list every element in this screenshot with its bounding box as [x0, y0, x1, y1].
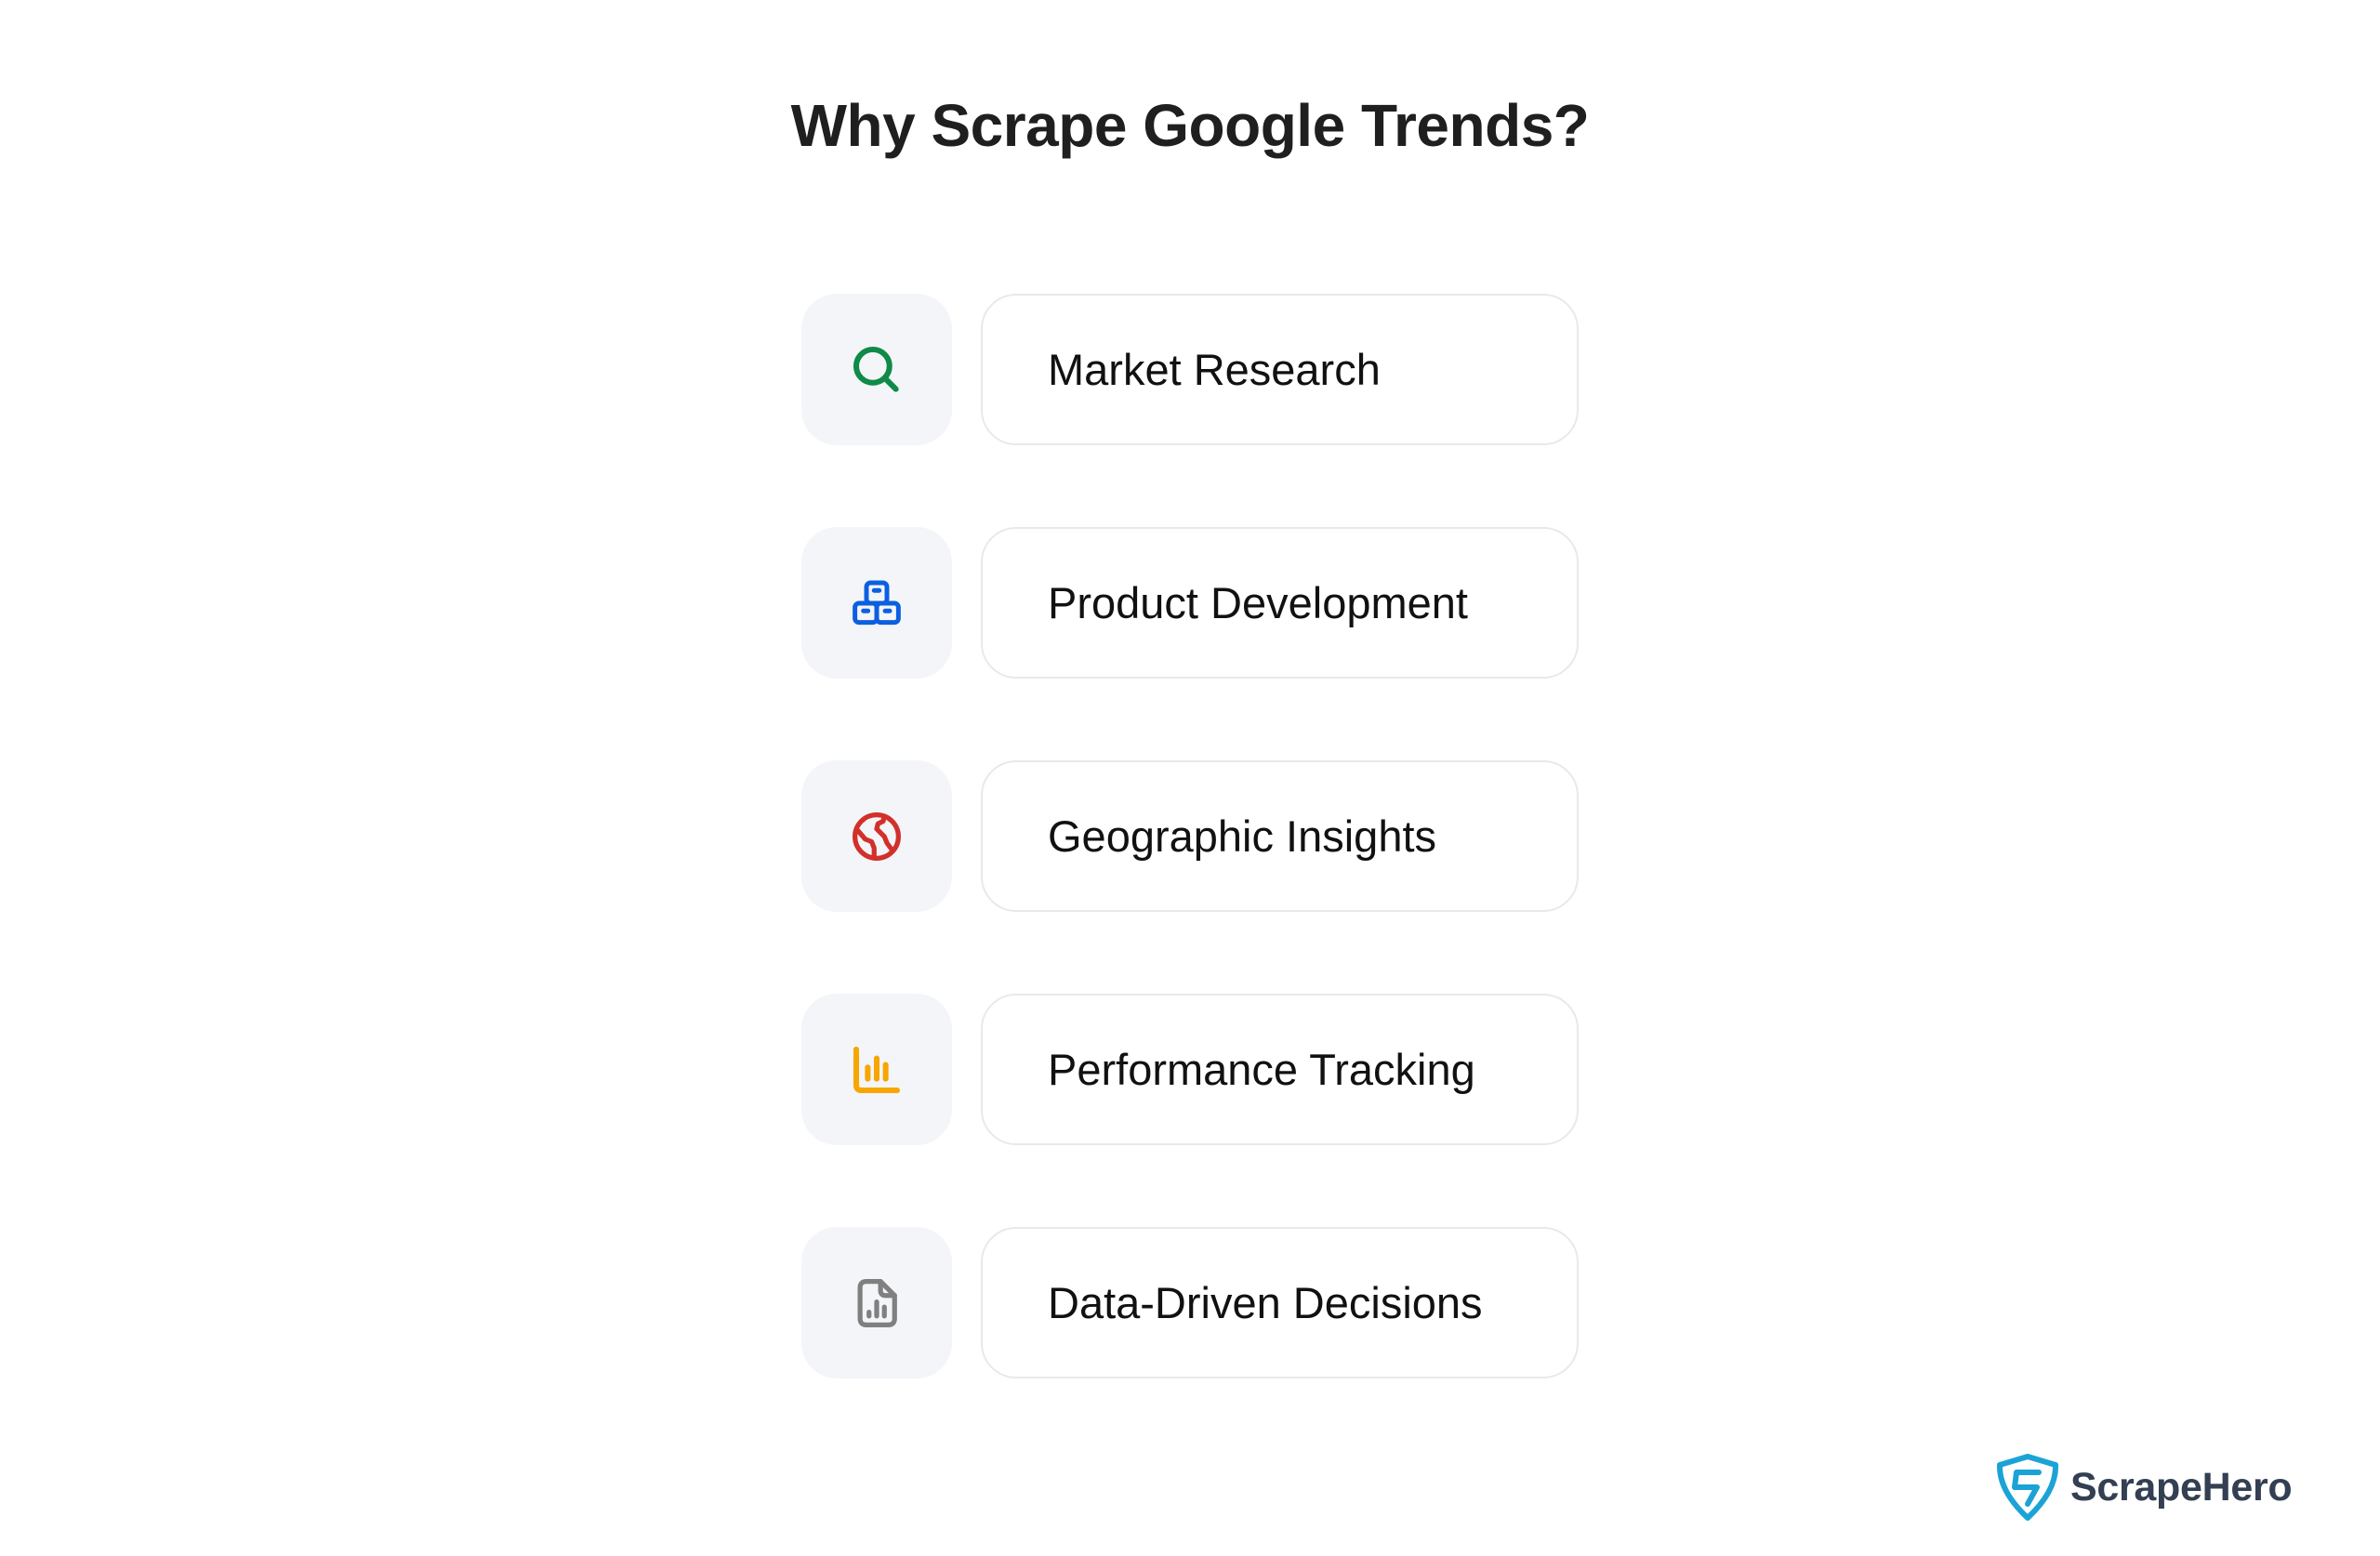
- document-chart-icon: [857, 1278, 897, 1327]
- logo-text: ScrapeHero: [2070, 1464, 2293, 1510]
- item-label: Product Development: [1048, 578, 1468, 627]
- list-item-performance-tracking: Performance Tracking: [801, 994, 1579, 1145]
- list-item-data-driven-decisions: Data-Driven Decisions: [801, 1227, 1579, 1378]
- list-item-market-research: Market Research: [801, 294, 1579, 445]
- icon-tile: [801, 294, 952, 445]
- shield-s-icon: [1996, 1454, 2059, 1521]
- icon-tile: [801, 527, 952, 679]
- icon-tile: [801, 994, 952, 1145]
- bar-chart-icon: [853, 1046, 901, 1093]
- boxes-icon: [853, 580, 901, 625]
- item-label: Geographic Insights: [1048, 811, 1437, 861]
- item-label: Data-Driven Decisions: [1048, 1278, 1483, 1327]
- search-icon: [853, 346, 899, 392]
- list-item-geographic-insights: Geographic Insights: [801, 760, 1579, 912]
- page-title: Why Scrape Google Trends?: [790, 92, 1590, 159]
- item-label: Market Research: [1048, 345, 1381, 394]
- item-card: Geographic Insights: [981, 760, 1579, 912]
- globe-icon: [853, 811, 901, 861]
- icon-tile: [801, 760, 952, 912]
- item-card: Product Development: [981, 527, 1579, 679]
- item-card: Market Research: [981, 294, 1579, 445]
- item-card: Data-Driven Decisions: [981, 1227, 1579, 1378]
- scrapehero-logo: ScrapeHero: [1996, 1453, 2293, 1522]
- icon-tile: [801, 1227, 952, 1378]
- item-label: Performance Tracking: [1048, 1045, 1475, 1094]
- item-card: Performance Tracking: [981, 994, 1579, 1145]
- list-item-product-development: Product Development: [801, 527, 1579, 679]
